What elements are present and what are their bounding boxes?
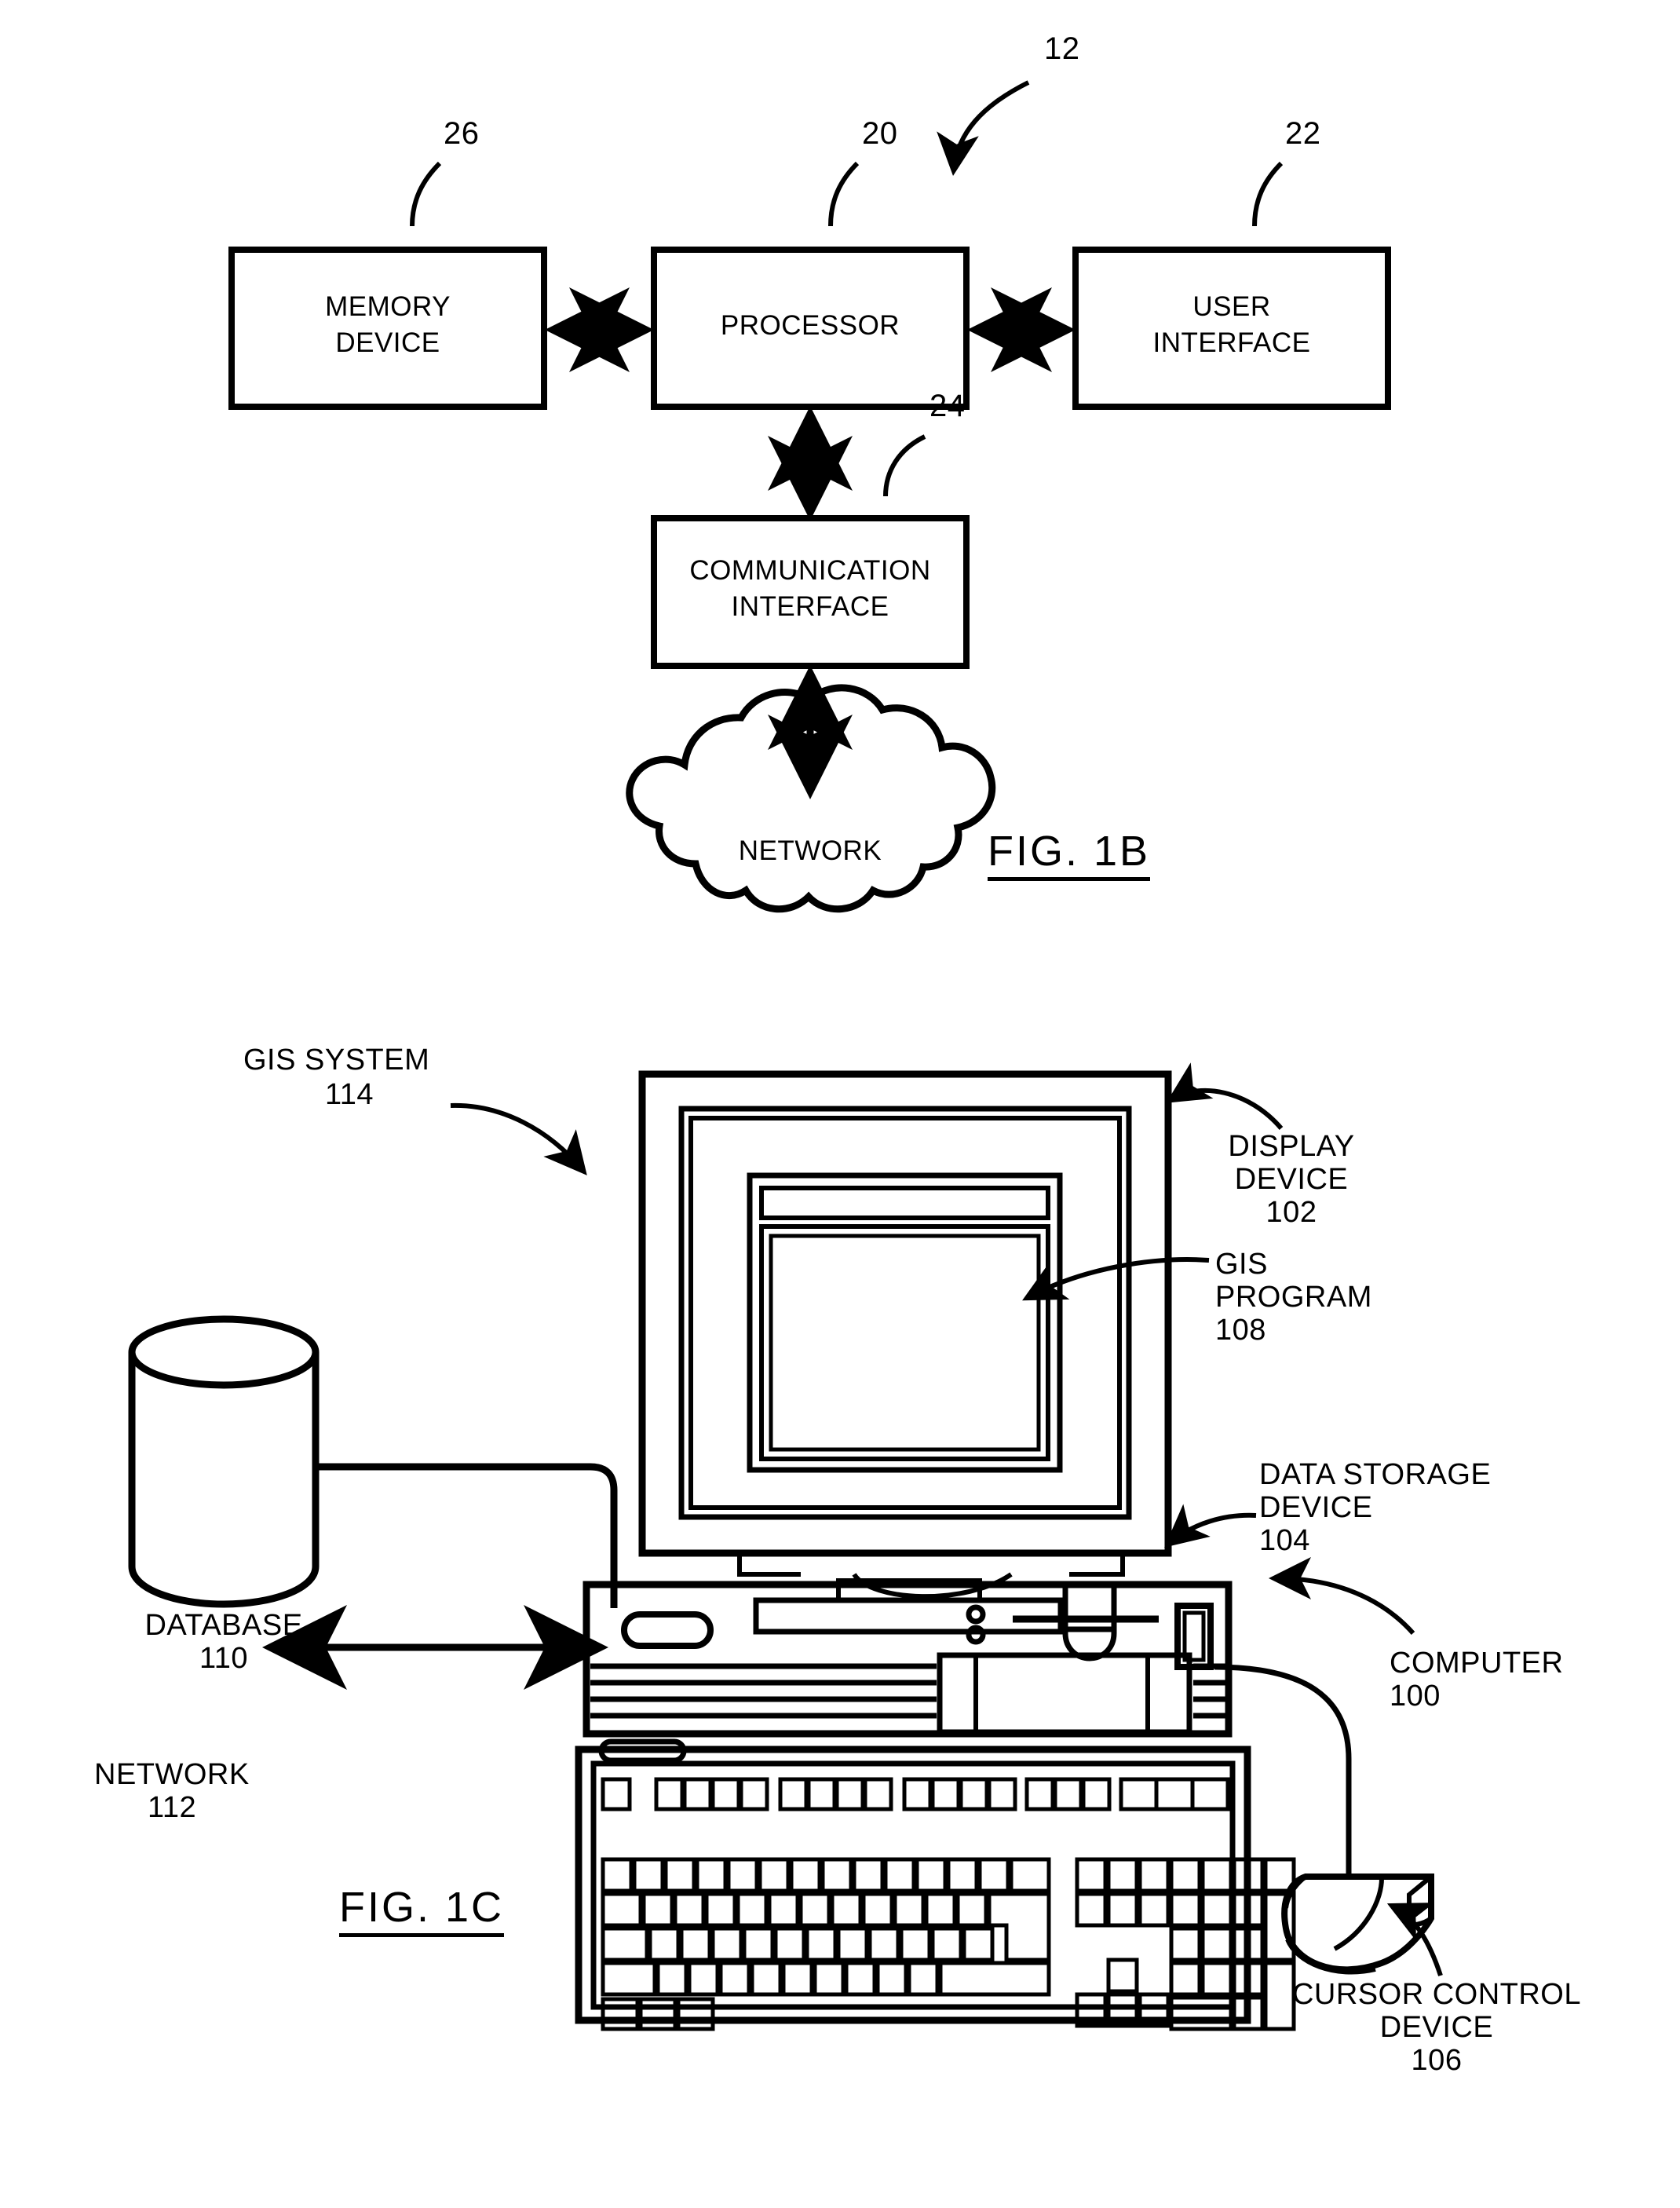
block-label-comm-line1: COMMUNICATION: [689, 555, 931, 586]
case-led-top: [966, 1604, 986, 1625]
keyboard-row-numbers: [601, 1857, 1051, 1893]
case-logo-plate: [621, 1611, 714, 1649]
callout-gis-system-line1: GIS SYSTEM: [243, 1044, 430, 1077]
callout-display-device-line2: DEVICE: [1234, 1163, 1349, 1196]
ref-number-comm-24: 24: [929, 389, 966, 423]
callout-data-storage-line2: DEVICE: [1259, 1491, 1373, 1524]
callout-computer-line1: COMPUTER: [1390, 1647, 1564, 1680]
callout-cursor-control-ref: 106: [1411, 2044, 1463, 2077]
callout-database-line1: DATABASE: [144, 1609, 303, 1642]
callout-data-storage-line1: DATA STORAGE: [1259, 1458, 1492, 1491]
database-cylinder-body: [128, 1352, 320, 1608]
callout-cursor-control-line2: DEVICE: [1379, 2011, 1494, 2044]
callout-network-ref: 112: [148, 1791, 197, 1824]
monitor-outer-bezel: [638, 1070, 1172, 1557]
keyboard-row-home: [601, 1926, 995, 1962]
case-led-bottom: [966, 1625, 986, 1645]
ref-number-system-12: 12: [1044, 31, 1080, 66]
ref-number-memory-26: 26: [444, 116, 480, 151]
callout-gis-program-line1: GIS: [1215, 1248, 1268, 1281]
keyboard-space-row: [601, 1997, 715, 2031]
callout-gis-program-ref: 108: [1215, 1314, 1266, 1347]
ref-number-processor-20: 20: [862, 116, 898, 151]
block-label-processor: PROCESSOR: [720, 310, 900, 341]
gis-program-canvas-inner: [769, 1234, 1041, 1452]
block-label-memory-line1: MEMORY: [325, 291, 451, 322]
case-vents-left: [590, 1663, 937, 1719]
leader-gis-system-114: [450, 1102, 587, 1175]
figure-label-1b: FIG. 1B: [988, 828, 1151, 882]
keyboard-nav-cluster: [1075, 1857, 1171, 2028]
leader-data-storage-104: [1164, 1504, 1257, 1548]
mouse-button-split: [1333, 1877, 1384, 1951]
callout-data-storage-ref: 104: [1259, 1524, 1310, 1557]
block-label-comm-line2: INTERFACE: [731, 591, 889, 622]
leader-userinterface-22: [1252, 161, 1284, 227]
patent-drawing-sheet: 12 26 20 22 24 MEMORY DEVICE PROCESSOR U…: [0, 0, 1680, 2208]
callout-display-device-ref: 102: [1265, 1196, 1317, 1229]
leader-computer-100: [1269, 1557, 1415, 1635]
database-cylinder-top: [128, 1315, 320, 1389]
cable-database-to-computer: [316, 1463, 618, 1608]
case-vents-right: [1193, 1663, 1226, 1719]
callout-display-device-line1: DISPLAY: [1228, 1130, 1355, 1163]
leader-memory-26: [410, 161, 442, 227]
callout-gis-system-ref: 114: [324, 1078, 374, 1111]
network-cloud-label: NETWORK: [738, 835, 882, 866]
leader-processor-20: [828, 161, 860, 227]
ref-number-userinterface-22: 22: [1285, 116, 1321, 151]
keyboard-function-row: [601, 1777, 1230, 1811]
block-label-userinterface-line1: USER: [1192, 291, 1271, 322]
gis-program-titlebar: [759, 1186, 1050, 1220]
block-label-userinterface-line2: INTERFACE: [1152, 327, 1311, 358]
callout-gis-program-line2: PROGRAM: [1215, 1281, 1372, 1314]
callout-computer-ref: 100: [1390, 1680, 1441, 1713]
leader-comm-24: [883, 434, 926, 497]
callout-database-ref: 110: [199, 1642, 249, 1675]
leader-system-12: [937, 80, 1030, 176]
callout-network-line1: NETWORK: [94, 1758, 250, 1791]
block-label-memory-line2: DEVICE: [335, 327, 440, 358]
computer-case: [583, 1581, 1233, 1738]
callout-cursor-control-line1: CURSOR CONTROL: [1291, 1978, 1582, 2011]
figure-label-1c: FIG. 1C: [339, 1884, 505, 1938]
gis-program-canvas-outer: [759, 1224, 1050, 1461]
leader-display-device-102: [1166, 1062, 1284, 1130]
keyboard-row-shift: [601, 1961, 1051, 1997]
